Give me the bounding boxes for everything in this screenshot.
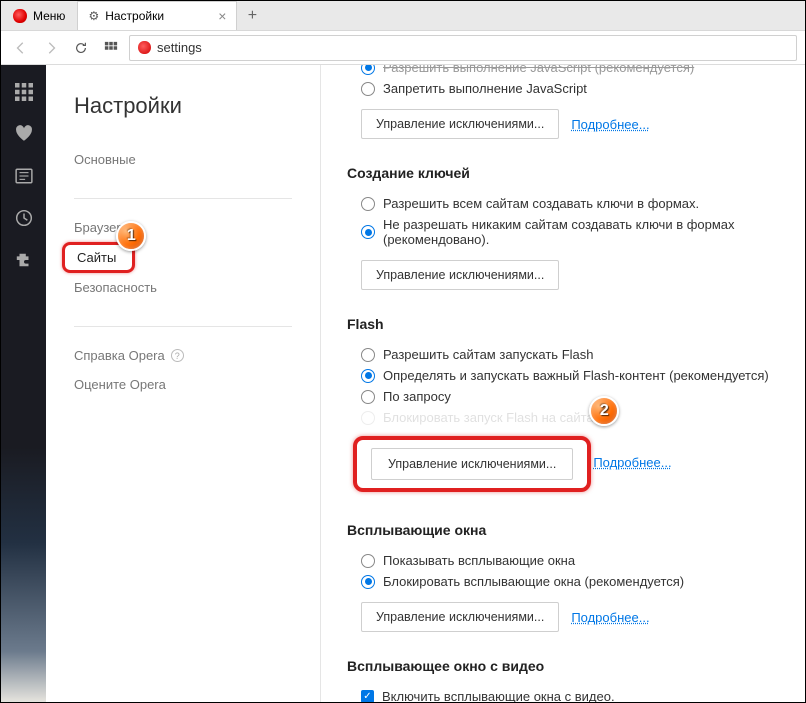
heart-icon[interactable] xyxy=(15,125,33,143)
radio-flash-block[interactable]: Блокировать запуск Flash на сайтах xyxy=(347,407,779,428)
radio-icon xyxy=(361,197,375,211)
new-tab-button[interactable]: + xyxy=(237,1,267,30)
checkbox-icon: ✓ xyxy=(361,690,374,702)
reload-button[interactable] xyxy=(69,36,93,60)
nav-item-rate[interactable]: Оцените Opera xyxy=(74,370,320,399)
option-label: Разрешить всем сайтам создавать ключи в … xyxy=(383,196,699,211)
speed-dial-button[interactable] xyxy=(99,36,123,60)
more-link[interactable]: Подробнее... xyxy=(571,610,649,625)
external-icon: ? xyxy=(171,349,184,362)
grid-icon xyxy=(104,41,118,55)
manage-exceptions-button[interactable]: Управление исключениями... xyxy=(361,260,559,290)
option-label: По запросу xyxy=(383,389,451,404)
option-label: Разрешить сайтам запускать Flash xyxy=(383,347,593,362)
highlight-sites: 1 Сайты xyxy=(62,242,135,273)
gear-icon: ⚙ xyxy=(88,9,99,23)
radio-icon xyxy=(361,65,375,75)
annotation-badge-1: 1 xyxy=(116,221,146,251)
sidebar-dark xyxy=(1,65,46,702)
radio-flash-allow[interactable]: Разрешить сайтам запускать Flash xyxy=(347,344,779,365)
option-label: Блокировать запуск Flash на сайтах xyxy=(383,410,600,425)
close-icon[interactable]: × xyxy=(218,8,226,24)
divider xyxy=(74,198,292,199)
option-label: Показывать всплывающие окна xyxy=(383,553,575,568)
menu-button[interactable]: Меню xyxy=(1,1,77,30)
chevron-right-icon xyxy=(44,41,58,55)
nav-item-browser[interactable]: Браузер xyxy=(74,213,320,242)
checkbox-videopop-enable[interactable]: ✓ Включить всплывающие окна с видео. xyxy=(347,686,779,702)
settings-heading: Настройки xyxy=(74,93,320,119)
section-javascript: Разрешить выполнение JavaScript (рекомен… xyxy=(347,65,779,139)
section-heading-keygen: Создание ключей xyxy=(347,165,779,181)
option-label: Не разрешать никаким сайтам создавать кл… xyxy=(383,217,779,247)
tab-title: Настройки xyxy=(105,9,164,23)
opera-mini-icon xyxy=(138,41,151,54)
nav-item-basic[interactable]: Основные xyxy=(74,145,320,174)
radio-popup-show[interactable]: Показывать всплывающие окна xyxy=(347,550,779,571)
radio-icon xyxy=(361,411,375,425)
section-heading-flash: Flash xyxy=(347,316,779,332)
radio-keygen-allow[interactable]: Разрешить всем сайтам создавать ключи в … xyxy=(347,193,779,214)
radio-keygen-deny[interactable]: Не разрешать никаким сайтам создавать кл… xyxy=(347,214,779,250)
radio-flash-detect[interactable]: Определять и запускать важный Flash-конт… xyxy=(347,365,779,386)
radio-icon xyxy=(361,348,375,362)
menu-label: Меню xyxy=(33,9,65,23)
nav-item-security[interactable]: Безопасность xyxy=(74,273,320,302)
more-link[interactable]: Подробнее... xyxy=(593,455,671,470)
radio-icon xyxy=(361,369,375,383)
option-label: Включить всплывающие окна с видео. xyxy=(382,689,615,702)
radio-popup-block[interactable]: Блокировать всплывающие окна (рекомендуе… xyxy=(347,571,779,592)
address-input[interactable] xyxy=(157,40,788,55)
radio-icon xyxy=(361,225,375,239)
manage-exceptions-button[interactable]: Управление исключениями... xyxy=(371,448,573,480)
grid-icon[interactable] xyxy=(15,83,33,101)
chevron-left-icon xyxy=(14,41,28,55)
radio-js-allow[interactable]: Разрешить выполнение JavaScript (рекомен… xyxy=(347,65,779,78)
reload-icon xyxy=(74,41,88,55)
address-bar[interactable] xyxy=(129,35,797,61)
radio-icon xyxy=(361,554,375,568)
more-link[interactable]: Подробнее... xyxy=(571,117,649,132)
news-icon[interactable] xyxy=(15,167,33,185)
radio-icon xyxy=(361,82,375,96)
workspace: Настройки Основные Браузер 1 Сайты Безоп… xyxy=(1,65,805,702)
toolbar xyxy=(1,31,805,65)
tab-settings[interactable]: ⚙ Настройки × xyxy=(77,1,237,30)
nav-item-sites[interactable]: Сайты xyxy=(77,250,116,265)
manage-exceptions-button[interactable]: Управление исключениями... xyxy=(361,602,559,632)
option-label: Блокировать всплывающие окна (рекомендуе… xyxy=(383,574,684,589)
tab-strip: Меню ⚙ Настройки × + xyxy=(1,1,805,31)
radio-flash-ondemand[interactable]: По запросу xyxy=(347,386,779,407)
divider xyxy=(74,326,292,327)
back-button[interactable] xyxy=(9,36,33,60)
manage-exceptions-button[interactable]: Управление исключениями... xyxy=(361,109,559,139)
nav-item-label: Справка Opera xyxy=(74,348,165,363)
settings-content: Разрешить выполнение JavaScript (рекомен… xyxy=(321,65,805,702)
highlight-manage-exceptions: 2 Управление исключениями... xyxy=(353,436,591,492)
radio-icon xyxy=(361,575,375,589)
history-icon[interactable] xyxy=(15,209,33,227)
nav-item-help[interactable]: Справка Opera ? xyxy=(74,341,320,370)
section-heading-popups: Всплывающие окна xyxy=(347,522,779,538)
settings-nav: Настройки Основные Браузер 1 Сайты Безоп… xyxy=(46,65,321,702)
forward-button[interactable] xyxy=(39,36,63,60)
option-label: Разрешить выполнение JavaScript (рекомен… xyxy=(383,65,694,75)
option-label: Определять и запускать важный Flash-конт… xyxy=(383,368,769,383)
opera-logo-icon xyxy=(13,9,27,23)
radio-js-deny[interactable]: Запретить выполнение JavaScript xyxy=(347,78,779,99)
extensions-icon[interactable] xyxy=(15,251,33,269)
option-label: Запретить выполнение JavaScript xyxy=(383,81,587,96)
radio-icon xyxy=(361,390,375,404)
section-heading-videopop: Всплывающее окно с видео xyxy=(347,658,779,674)
